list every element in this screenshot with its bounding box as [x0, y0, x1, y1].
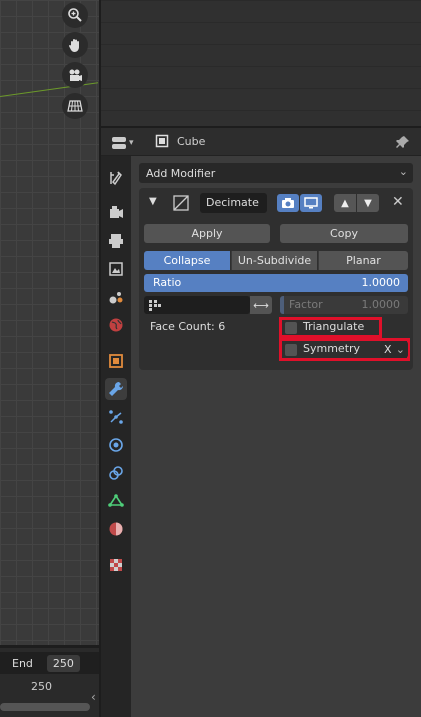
- properties-header: [101, 128, 421, 156]
- end-frame-row: End 250: [0, 652, 99, 674]
- object-name: Cube: [155, 134, 205, 148]
- physics-icon[interactable]: [105, 434, 127, 456]
- factor-value: 1.0000: [361, 298, 401, 311]
- frame-number: 250: [31, 680, 52, 693]
- decimate-icon: [173, 195, 189, 211]
- grid-view-icon[interactable]: [62, 93, 88, 119]
- vertex-group-field[interactable]: [144, 296, 250, 314]
- chevron-down-icon: ⌄: [398, 165, 408, 178]
- object-data-icon[interactable]: [105, 490, 127, 512]
- object-icon[interactable]: [105, 350, 127, 372]
- render-icon[interactable]: [105, 202, 127, 224]
- end-frame-field[interactable]: 250: [46, 654, 80, 672]
- factor-slider: Factor 1.0000: [280, 296, 408, 314]
- factor-bar: [280, 296, 284, 314]
- tab-planar[interactable]: Planar: [318, 251, 408, 270]
- hand-pan-icon[interactable]: [62, 32, 88, 58]
- apply-button[interactable]: Apply: [144, 224, 270, 243]
- factor-label: Factor: [289, 298, 323, 311]
- pin-icon[interactable]: [395, 134, 411, 153]
- viewport-toggle-monitor-icon[interactable]: [300, 194, 322, 212]
- modifier-wrench-icon[interactable]: [105, 378, 127, 400]
- symmetry-label[interactable]: Symmetry: [303, 342, 360, 355]
- chevron-down-icon: ▾: [129, 138, 134, 148]
- move-up-icon[interactable]: ▲: [334, 194, 356, 212]
- object-name-label: Cube: [177, 134, 206, 148]
- triangulate-checkbox[interactable]: [285, 322, 297, 334]
- copy-button[interactable]: Copy: [280, 224, 408, 243]
- view-layer-icon[interactable]: [105, 258, 127, 280]
- add-modifier-dropdown[interactable]: Add Modifier ⌄: [139, 163, 413, 183]
- add-modifier-label: Add Modifier: [146, 166, 216, 180]
- ratio-label: Ratio: [153, 276, 182, 289]
- triangulate-label[interactable]: Triangulate: [303, 320, 364, 333]
- timeline-scrollbar[interactable]: [0, 703, 90, 711]
- texture-icon[interactable]: [105, 554, 127, 576]
- close-icon[interactable]: ✕: [392, 194, 404, 210]
- symmetry-axis-select[interactable]: X ⌄: [380, 341, 408, 358]
- object-square-icon: [155, 134, 169, 148]
- editor-type-selector[interactable]: ▾: [111, 133, 141, 153]
- world-icon[interactable]: [105, 314, 127, 336]
- move-down-icon[interactable]: ▼: [357, 194, 379, 212]
- vertex-group-icon: [149, 300, 161, 311]
- zoom-icon[interactable]: [62, 2, 88, 28]
- ratio-value: 1.0000: [361, 276, 401, 289]
- collapse-triangle-icon[interactable]: ▼: [149, 196, 157, 207]
- symmetry-checkbox[interactable]: [285, 344, 297, 356]
- material-icon[interactable]: [105, 518, 127, 540]
- ratio-slider[interactable]: Ratio 1.0000: [144, 274, 408, 292]
- scene-icon[interactable]: [105, 286, 127, 308]
- chevron-down-icon: ⌄: [395, 343, 405, 356]
- tab-un-subdivide[interactable]: Un-Subdivide: [231, 251, 317, 270]
- constraints-icon[interactable]: [105, 462, 127, 484]
- end-label: End: [12, 656, 33, 670]
- chevron-left-icon[interactable]: ‹: [91, 690, 96, 704]
- tab-collapse[interactable]: Collapse: [144, 251, 230, 270]
- outliner-area: [101, 0, 421, 126]
- render-toggle-camera-icon[interactable]: [277, 194, 299, 212]
- modifier-name-field[interactable]: Decimate: [200, 193, 267, 213]
- face-count: Face Count: 6: [150, 320, 226, 333]
- tool-icon[interactable]: [105, 167, 127, 189]
- editor-type-icon: [112, 137, 126, 149]
- particles-icon[interactable]: [105, 406, 127, 428]
- invert-arrows-icon[interactable]: ⟷: [250, 296, 272, 314]
- symmetry-axis-value: X: [384, 343, 392, 356]
- camera-icon[interactable]: [62, 62, 88, 88]
- output-icon[interactable]: [105, 230, 127, 252]
